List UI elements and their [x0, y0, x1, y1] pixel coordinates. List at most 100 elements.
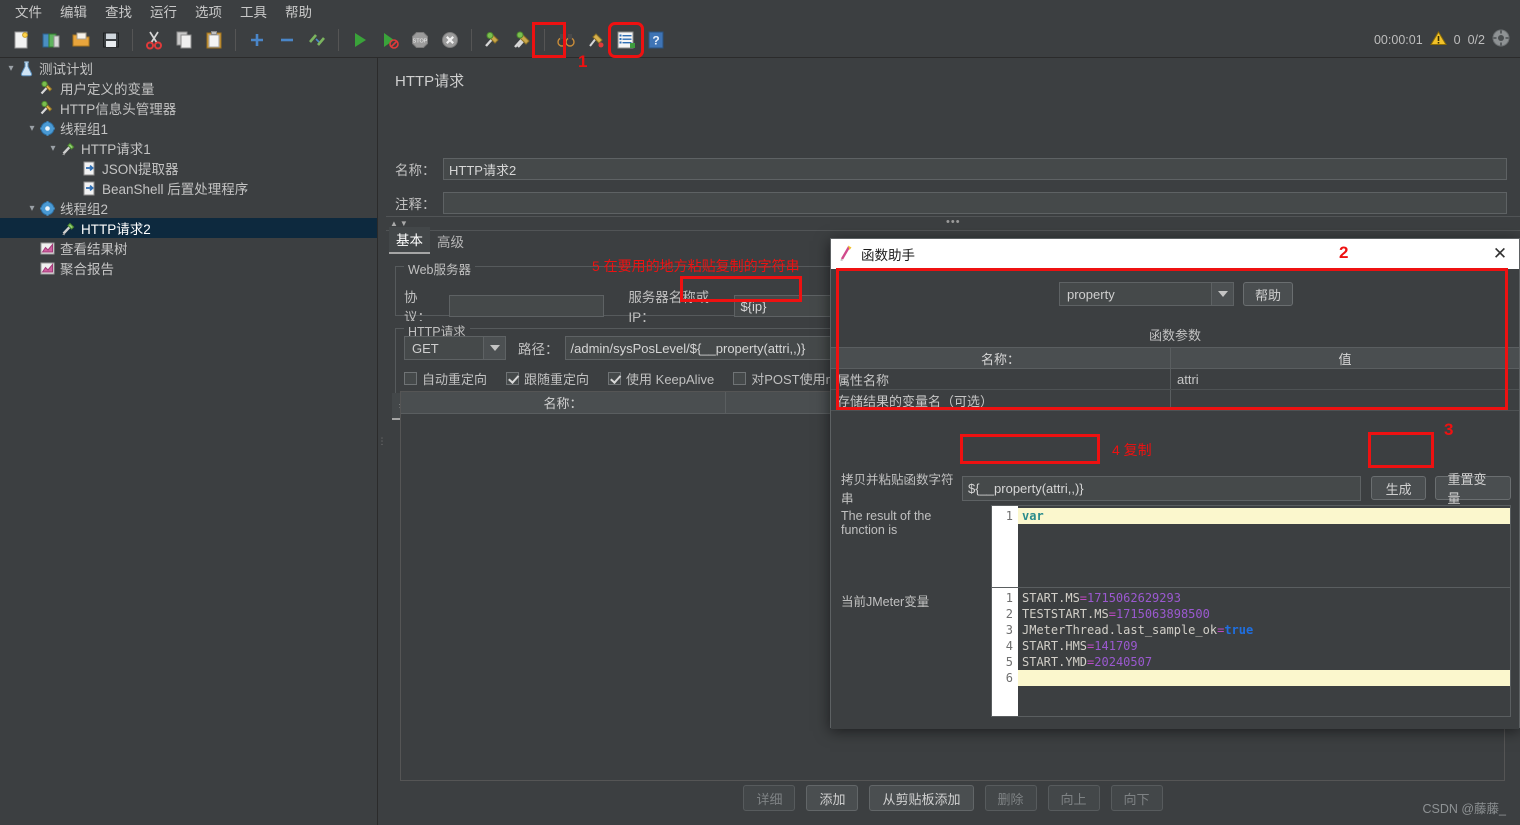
search-icon[interactable]	[553, 27, 579, 53]
help-icon[interactable]: ?	[643, 27, 669, 53]
checkbox-box[interactable]	[404, 372, 417, 385]
line-number: 3	[1005, 623, 1013, 637]
dialog-title-bar[interactable]: 函数助手 2 ✕	[831, 239, 1519, 269]
move-up-button[interactable]: 向上	[1047, 785, 1100, 811]
reset-search-icon[interactable]	[583, 27, 609, 53]
paste-icon[interactable]	[201, 27, 227, 53]
save-icon[interactable]	[98, 27, 124, 53]
menu-item-tools[interactable]: 工具	[231, 0, 276, 23]
test-plan-tree[interactable]: ▾ 测试计划 用户定义的变量 HTTP信息头管理器 ▾ 线程组1 ▾ HTTP请求1 JSON提…	[0, 58, 378, 825]
chevron-down-icon[interactable]: ▾	[25, 123, 39, 134]
tree-item-2[interactable]: HTTP信息头管理器	[0, 98, 377, 118]
help-button[interactable]: 帮助	[1243, 282, 1294, 306]
move-down-button[interactable]: 向下	[1110, 785, 1163, 811]
warning-count: 0	[1453, 32, 1461, 47]
function-select-row: property 帮助	[1059, 282, 1294, 306]
start-no-pauses-icon[interactable]	[377, 27, 403, 53]
clear-all-icon[interactable]	[510, 27, 536, 53]
toggle-icon[interactable]	[304, 27, 330, 53]
chevron-down-icon[interactable]: ▾	[25, 203, 39, 214]
column-name: 名称：	[401, 392, 726, 413]
line-number: 1	[1005, 509, 1013, 523]
chevron-down-icon[interactable]	[1211, 283, 1233, 305]
tree-item-8[interactable]: HTTP请求2	[0, 218, 377, 238]
function-params-table[interactable]: 名称： 值 属性名称 attri 存储结果的变量名（可选）	[831, 347, 1519, 411]
tree-item-9[interactable]: 查看结果树	[0, 238, 377, 258]
generate-button[interactable]: 生成	[1370, 476, 1427, 500]
params-table-header: 名称： 值	[831, 347, 1519, 369]
collapse-bar[interactable]: ▲▼ •••	[386, 216, 1520, 231]
drag-grip-icon[interactable]: •••	[946, 216, 961, 228]
function-helper-window-icon	[839, 244, 854, 264]
param-value-cell[interactable]	[1171, 390, 1519, 410]
menu-item-options[interactable]: 选项	[186, 0, 231, 23]
web-server-group-title: Web服务器	[404, 259, 475, 278]
menu-item-run[interactable]: 运行	[141, 0, 186, 23]
clear-icon[interactable]	[480, 27, 506, 53]
checkbox-box[interactable]	[506, 372, 520, 385]
copy-icon[interactable]	[171, 27, 197, 53]
cut-icon[interactable]	[141, 27, 167, 53]
column-param-value: 值	[1338, 351, 1352, 367]
checkbox-box[interactable]	[733, 372, 747, 385]
stop-icon[interactable]: STOP	[407, 27, 433, 53]
add-from-clipboard-button[interactable]: 从剪贴板添加	[869, 785, 974, 811]
open-icon[interactable]	[68, 27, 94, 53]
reset-vars-button[interactable]: 重置变量	[1435, 472, 1512, 506]
tree-item-4[interactable]: ▾ HTTP请求1	[0, 138, 377, 158]
tree-item-6[interactable]: BeanShell 后置处理程序	[0, 178, 377, 198]
comment-input[interactable]	[443, 192, 1507, 214]
menu-item-file[interactable]: 文件	[6, 0, 51, 23]
tree-item-10[interactable]: 聚合报告	[0, 258, 377, 278]
tree-item-label: 查看结果树	[60, 242, 128, 257]
var-value: 1715063898500	[1115, 607, 1210, 621]
function-helper-icon[interactable]	[608, 21, 644, 58]
method-select[interactable]: GET	[404, 336, 506, 360]
checkbox-auto-redirect[interactable]: 自动重定向	[404, 369, 487, 388]
menu-item-help[interactable]: 帮助	[276, 0, 321, 23]
checkbox-keepalive[interactable]: 使用 KeepAlive	[608, 369, 714, 388]
tree-item-0[interactable]: ▾ 测试计划	[0, 58, 377, 78]
function-helper-dialog[interactable]: 函数助手 2 ✕ property 帮助 函数参数 名称： 值 属性名称 att…	[830, 238, 1520, 729]
add-button[interactable]: 添加	[806, 785, 859, 811]
param-value-cell[interactable]: attri	[1171, 369, 1519, 389]
checkbox-box[interactable]	[608, 372, 622, 385]
chevron-down-icon[interactable]: ▾	[46, 143, 60, 154]
start-icon[interactable]	[347, 27, 373, 53]
jmeter-vars-area[interactable]: 123456 START.MS=1715062629293 TESTSTART.M…	[991, 587, 1511, 717]
function-select[interactable]: property	[1059, 282, 1234, 306]
tree-item-1[interactable]: 用户定义的变量	[0, 78, 377, 98]
tab-advanced[interactable]: 高级	[430, 229, 471, 254]
templates-icon[interactable]	[38, 27, 64, 53]
tree-item-label: 测试计划	[39, 62, 93, 77]
menu-item-search[interactable]: 查找	[96, 0, 141, 23]
tree-item-5[interactable]: JSON提取器	[0, 158, 377, 178]
listener-icon	[39, 260, 56, 277]
collapse-all-icon[interactable]	[274, 27, 300, 53]
tree-item-3[interactable]: ▾ 线程组1	[0, 118, 377, 138]
chevron-down-icon[interactable]	[483, 337, 505, 359]
copy-string-input[interactable]: ${__property(attri,,)}	[962, 475, 1361, 501]
delete-button[interactable]: 删除	[984, 785, 1037, 811]
tab-basic[interactable]: 基本	[389, 227, 430, 254]
new-icon[interactable]	[8, 27, 34, 53]
toolbar-separator	[235, 28, 236, 51]
table-row[interactable]: 属性名称 attri	[831, 369, 1519, 390]
close-icon[interactable]: ✕	[1487, 239, 1513, 269]
annotation-2: 2	[1339, 243, 1349, 262]
shutdown-icon[interactable]	[437, 27, 463, 53]
protocol-input[interactable]	[449, 295, 605, 317]
detail-button[interactable]: 详细	[743, 785, 796, 811]
function-result-area[interactable]: 1 var	[991, 505, 1511, 595]
name-input[interactable]	[443, 158, 1507, 180]
chevron-down-icon[interactable]: ▾	[4, 63, 18, 74]
warning-icon[interactable]	[1429, 30, 1447, 49]
expand-all-icon[interactable]	[244, 27, 270, 53]
tree-splitter[interactable]: ⋮	[378, 58, 387, 825]
table-row[interactable]: 存储结果的变量名（可选）	[831, 390, 1519, 411]
var-value: 20240507	[1094, 655, 1153, 669]
checkbox-follow-redirect[interactable]: 跟随重定向	[506, 369, 589, 388]
tree-item-7[interactable]: ▾ 线程组2	[0, 198, 377, 218]
line-number: 5	[1005, 655, 1013, 669]
menu-item-edit[interactable]: 编辑	[51, 0, 96, 23]
